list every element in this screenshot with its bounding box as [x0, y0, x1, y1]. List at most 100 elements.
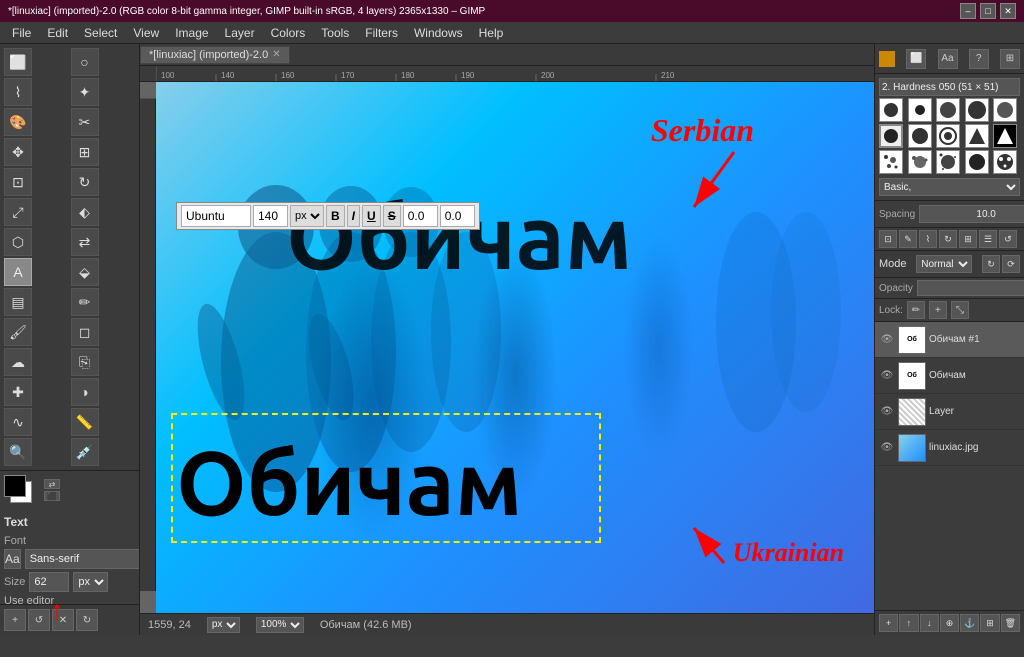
brush-cell-15[interactable] [993, 150, 1017, 174]
italic-button[interactable]: I [347, 205, 360, 227]
brush-cell-1[interactable] [879, 98, 903, 122]
zoom-select[interactable]: 100%50%200% [256, 617, 304, 633]
font-size-toolbar-input[interactable] [253, 205, 288, 227]
tool-move[interactable]: ✥ [4, 138, 32, 166]
brush-cell-11[interactable] [879, 150, 903, 174]
brush-tool-btn-2[interactable]: ✎ [899, 230, 917, 248]
brush-tool-btn-5[interactable]: ⊞ [959, 230, 977, 248]
size-unit-select[interactable]: pxpt [73, 572, 108, 592]
layer-item-2[interactable]: 👁 Об Обичам [875, 358, 1024, 394]
settings-btn[interactable]: ↻ [76, 609, 98, 631]
menu-item-colors[interactable]: Colors [263, 24, 314, 42]
brush-cell-9[interactable] [965, 124, 989, 148]
tool-color-select[interactable]: 🎨 [4, 108, 32, 136]
lock-all-btn[interactable]: ⤡ [951, 301, 969, 319]
brush-cell-2[interactable] [908, 98, 932, 122]
layer-visibility-1[interactable]: 👁 [879, 332, 895, 348]
brush-cell-14[interactable] [965, 150, 989, 174]
brush-tool-btn-1[interactable]: ⊡ [879, 230, 897, 248]
tool-flip[interactable]: ⇄ [71, 228, 99, 256]
underline-button[interactable]: U [362, 205, 381, 227]
layer-visibility-4[interactable]: 👁 [879, 440, 895, 456]
merge-layer-btn[interactable]: ⊞ [980, 614, 999, 632]
tool-rotate[interactable]: ↻ [71, 168, 99, 196]
tool-shear[interactable]: ⬖ [71, 198, 99, 226]
menu-item-windows[interactable]: Windows [406, 24, 471, 42]
mode-select[interactable]: NormalMultiplyScreen [916, 255, 972, 273]
menu-item-help[interactable]: Help [471, 24, 512, 42]
tool-measure[interactable]: 📏 [71, 408, 99, 436]
tool-fuzzy-select[interactable]: ✦ [71, 78, 99, 106]
canvas-tab-close[interactable]: ✕ [272, 49, 280, 60]
right-icon-2[interactable]: Aa [938, 49, 958, 69]
layer-visibility-2[interactable]: 👁 [879, 368, 895, 384]
tool-brush[interactable]: 🖌 [4, 318, 32, 346]
new-layer-action-btn[interactable]: + [879, 614, 898, 632]
line-spacing-toolbar-input[interactable] [440, 205, 475, 227]
char-spacing-input[interactable] [403, 205, 438, 227]
tool-blend[interactable]: ▤ [4, 288, 32, 316]
tool-scissors[interactable]: ✂ [71, 108, 99, 136]
lock-position-btn[interactable]: + [929, 301, 947, 319]
foreground-color-swatch[interactable] [4, 475, 26, 497]
canvas-tab[interactable]: *[linuxiac] (imported)-2.0 ✕ [140, 46, 290, 64]
tool-dodge[interactable]: ◑ [71, 378, 99, 406]
tool-heal[interactable]: ✚ [4, 378, 32, 406]
bold-button[interactable]: B [326, 205, 345, 227]
tool-scale[interactable]: ⤢ [4, 198, 32, 226]
menu-item-tools[interactable]: Tools [313, 24, 357, 42]
delete-layer-btn[interactable]: 🗑 [1001, 614, 1020, 632]
minimize-button[interactable]: – [960, 3, 976, 19]
tool-rectangle-select[interactable]: ⬜ [4, 48, 32, 76]
tool-airbrush[interactable]: ☁ [4, 348, 32, 376]
raise-layer-btn[interactable]: ↑ [899, 614, 918, 632]
right-icon-4[interactable]: ⊞ [1000, 49, 1020, 69]
tool-text[interactable]: A [4, 258, 32, 286]
brush-tool-btn-3[interactable]: ⌇ [919, 230, 937, 248]
brush-cell-7[interactable] [908, 124, 932, 148]
sync-btn[interactable]: ⟳ [1002, 255, 1020, 273]
orange-square-icon[interactable] [879, 51, 895, 67]
lower-layer-btn[interactable]: ↓ [920, 614, 939, 632]
swap-colors-btn[interactable]: ⇄ [44, 479, 60, 489]
tool-smudge[interactable]: ∿ [4, 408, 32, 436]
close-button[interactable]: ✕ [1000, 3, 1016, 19]
menu-item-filters[interactable]: Filters [357, 24, 406, 42]
tool-crop[interactable]: ⊡ [4, 168, 32, 196]
brush-cell-6[interactable] [879, 124, 903, 148]
brush-cell-12[interactable] [908, 150, 932, 174]
duplicate-layer-btn[interactable]: ⊕ [940, 614, 959, 632]
anchor-layer-btn[interactable]: ⚓ [960, 614, 979, 632]
layer-item-3[interactable]: 👁 Layer [875, 394, 1024, 430]
brush-tool-btn-4[interactable]: ↻ [939, 230, 957, 248]
menu-item-image[interactable]: Image [167, 24, 216, 42]
right-icon-1[interactable]: ⬜ [906, 49, 926, 69]
tool-align[interactable]: ⊞ [71, 138, 99, 166]
brush-cell-8[interactable] [936, 124, 960, 148]
brush-tool-btn-6[interactable]: ☰ [979, 230, 997, 248]
lock-pixels-btn[interactable]: ✏ [907, 301, 925, 319]
refresh-btn[interactable]: ↻ [982, 255, 1000, 273]
tool-pencil[interactable]: ✏ [71, 288, 99, 316]
canvas-image[interactable]: pxpt B I U S Обичам [156, 82, 874, 613]
brush-cell-3[interactable] [936, 98, 960, 122]
menu-item-edit[interactable]: Edit [39, 24, 76, 42]
size-input[interactable] [29, 572, 69, 592]
opacity-input[interactable] [917, 280, 1024, 296]
menu-item-view[interactable]: View [125, 24, 167, 42]
tool-zoom[interactable]: 🔍 [4, 438, 32, 466]
menu-item-file[interactable]: File [4, 24, 39, 42]
tool-ellipse-select[interactable]: ○ [71, 48, 99, 76]
tool-clone[interactable]: ⎘ [71, 348, 99, 376]
font-input[interactable] [25, 549, 139, 569]
layer-item-4[interactable]: 👁 linuxiac.jpg [875, 430, 1024, 466]
font-unit-select[interactable]: pxpt [290, 205, 324, 227]
brush-cell-5[interactable] [993, 98, 1017, 122]
brush-cell-10[interactable] [993, 124, 1017, 148]
maximize-button[interactable]: □ [980, 3, 996, 19]
spacing-input[interactable] [919, 205, 1024, 223]
tool-bucket[interactable]: ⬙ [71, 258, 99, 286]
tool-lasso[interactable]: ⌇ [4, 78, 32, 106]
brush-cell-4[interactable] [965, 98, 989, 122]
layer-visibility-3[interactable]: 👁 [879, 404, 895, 420]
